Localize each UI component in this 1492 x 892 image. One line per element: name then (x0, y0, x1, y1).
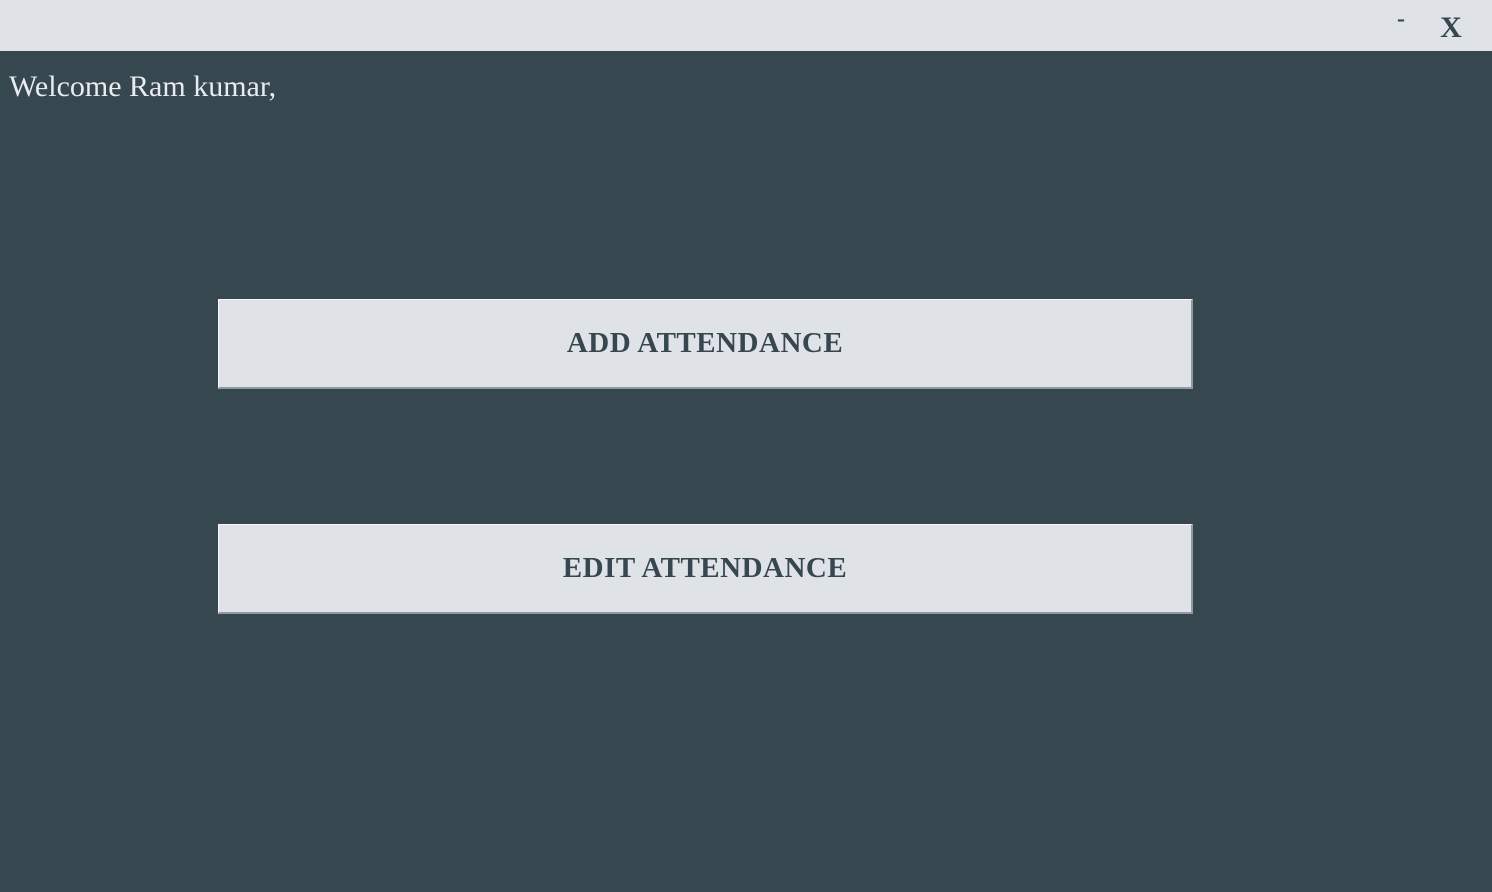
add-attendance-label: ADD ATTENDANCE (566, 327, 844, 359)
title-bar[interactable]: - X (0, 0, 1492, 51)
minimize-icon: - (1397, 6, 1405, 32)
close-button[interactable]: X (1434, 0, 1468, 51)
close-icon: X (1440, 10, 1462, 44)
edit-attendance-label: EDIT ATTENDANCE (562, 552, 848, 584)
app-window: - X Welcome Ram kumar, ADD ATTENDANCE ED… (0, 0, 1492, 892)
welcome-message: Welcome Ram kumar, (9, 70, 277, 103)
edit-attendance-button[interactable]: EDIT ATTENDANCE (218, 524, 1193, 614)
add-attendance-button[interactable]: ADD ATTENDANCE (218, 299, 1193, 389)
minimize-button[interactable]: - (1386, 0, 1416, 51)
